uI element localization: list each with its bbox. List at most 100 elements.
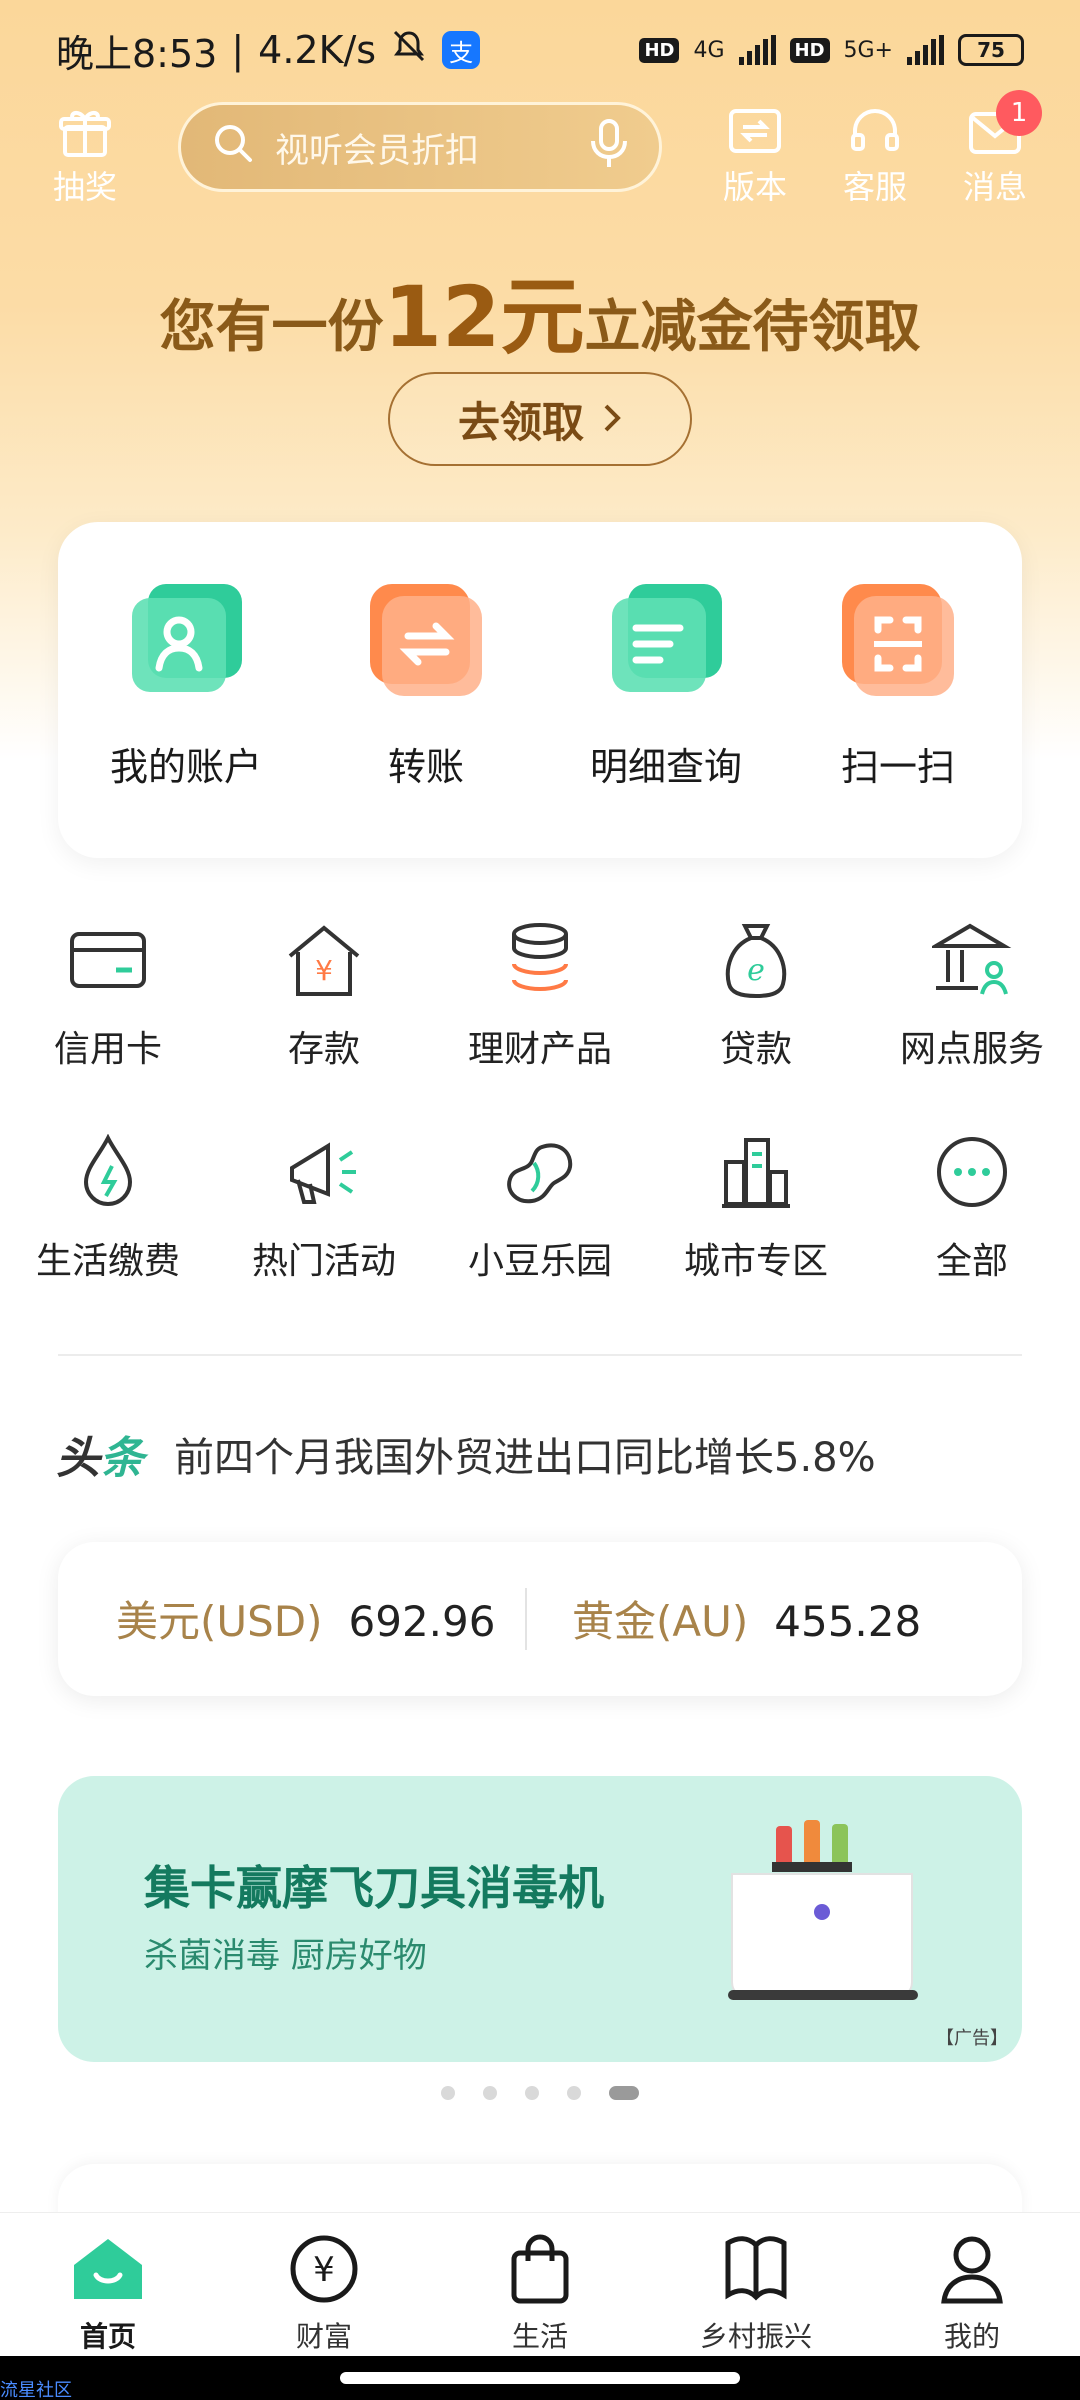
credit-card-icon [0, 920, 216, 1000]
nav-wealth[interactable]: ¥ 财富 [216, 2213, 432, 2356]
microphone-icon[interactable] [589, 117, 629, 178]
rate-name: 黄金(AU) [572, 1597, 749, 1646]
status-left: 晚上8:53 | 4.2K/s 支 [56, 23, 481, 78]
city-zone-icon [648, 1132, 864, 1212]
grid-item-label: 存款 [287, 1029, 360, 1070]
lottery-button[interactable]: 抽奖 [30, 104, 140, 208]
carousel-dot[interactable] [525, 2086, 539, 2100]
grid-item-credit-card[interactable]: 信用卡 [0, 920, 216, 1072]
transfer-icon [366, 580, 486, 700]
claim-label: 去领取 [457, 397, 584, 447]
promo-title-before: 您有一份 [159, 295, 384, 360]
quick-action-scan[interactable]: 扫一扫 [778, 580, 1018, 791]
rate-usd[interactable]: 美元(USD) 692.96 [116, 1588, 495, 1649]
rate-separator [525, 1588, 527, 1650]
lottery-label: 抽奖 [52, 168, 117, 206]
carousel-dot-active[interactable] [609, 2086, 639, 2100]
grid-item-label: 贷款 [719, 1029, 792, 1070]
nav-label: 我的 [943, 2320, 1000, 2353]
grid-item-deposit[interactable]: ¥ 存款 [216, 920, 432, 1072]
headline-tag-b: 条 [100, 1433, 144, 1484]
sterilizer-product-image [718, 1820, 928, 2024]
nav-profile[interactable]: 我的 [864, 2213, 1080, 2356]
rates-card[interactable]: 美元(USD) 692.96 黄金(AU) 455.28 [58, 1542, 1022, 1696]
version-button[interactable]: 版本 [700, 104, 810, 208]
network-type-2: 5G+ [843, 37, 893, 63]
top-bar: 抽奖 视听会员折扣 版本 客服 消息 1 [0, 90, 1080, 212]
hd-badge: HD [639, 37, 680, 63]
signal-icon [738, 35, 776, 65]
grid-item-bean-park[interactable]: 小豆乐园 [432, 1132, 648, 1284]
headline-news[interactable]: 头条 前四个月我国外贸进出口同比增长5.8% [56, 1422, 876, 1486]
nav-label: 首页 [79, 2320, 136, 2353]
headline-tag: 头条 [56, 1422, 144, 1486]
statement-icon [606, 580, 726, 700]
version-label: 版本 [722, 168, 787, 206]
search-input[interactable]: 视听会员折扣 [178, 102, 662, 192]
grid-item-all[interactable]: 全部 [864, 1132, 1080, 1284]
quick-action-label: 转账 [387, 745, 464, 789]
quick-action-statement[interactable]: 明细查询 [546, 580, 786, 791]
grid-item-city-zone[interactable]: 城市专区 [648, 1132, 864, 1284]
grid-item-wealth-products[interactable]: 理财产品 [432, 920, 648, 1072]
loan-icon: e [648, 920, 864, 1000]
rate-value: 455.28 [774, 1597, 922, 1646]
grid-item-label: 网点服务 [899, 1029, 1044, 1070]
grid-item-loan[interactable]: e 贷款 [648, 920, 864, 1072]
wealth-icon: ¥ [216, 2229, 432, 2309]
carousel-dot[interactable] [441, 2086, 455, 2100]
watermark: 流星社区 [0, 2380, 72, 2400]
grid-item-label: 城市专区 [683, 1241, 828, 1282]
grid-item-utility-payment[interactable]: 生活缴费 [0, 1132, 216, 1284]
nav-label: 乡村振兴 [699, 2320, 812, 2353]
bottom-nav: 首页 ¥ 财富 生活 乡村振兴 我的 [0, 2212, 1080, 2356]
quick-action-account[interactable]: 我的账户 [66, 580, 306, 791]
grid-item-label: 全部 [935, 1241, 1008, 1282]
quick-action-label: 扫一扫 [840, 745, 955, 789]
quick-action-transfer[interactable]: 转账 [306, 580, 546, 791]
nav-life[interactable]: 生活 [432, 2213, 648, 2356]
chevron-right-icon [602, 395, 622, 444]
branch-service-icon [864, 920, 1080, 1000]
clock: 晚上8:53 [56, 31, 218, 76]
account-icon [126, 580, 246, 700]
home-indicator[interactable] [340, 2372, 740, 2384]
headline-text: 前四个月我国外贸进出口同比增长5.8% [174, 1435, 876, 1481]
nav-home[interactable]: 首页 [0, 2213, 216, 2356]
headset-icon [820, 104, 930, 162]
grid-item-label: 信用卡 [53, 1029, 162, 1070]
customer-service-button[interactable]: 客服 [820, 104, 930, 208]
ad-banner[interactable]: 集卡赢摩飞刀具消毒机 杀菌消毒 厨房好物 【广告】 [58, 1776, 1022, 2062]
claim-button[interactable]: 去领取 [388, 372, 692, 466]
messages-button[interactable]: 消息 1 [940, 90, 1050, 208]
quick-actions-card: 我的账户 转账 明细查询 扫一扫 [58, 522, 1022, 858]
battery-icon: 75 [958, 34, 1024, 66]
version-switch-icon [700, 104, 810, 162]
scan-icon [838, 580, 958, 700]
grid-item-branch-service[interactable]: 网点服务 [864, 920, 1080, 1072]
nav-rural-revitalization[interactable]: 乡村振兴 [648, 2213, 864, 2356]
grid-item-label: 热门活动 [251, 1241, 396, 1282]
status-right: HD 4G HD 5G+ 75 [639, 34, 1024, 66]
search-icon [211, 121, 255, 174]
grid-item-label: 生活缴费 [35, 1241, 180, 1282]
rate-gold[interactable]: 黄金(AU) 455.28 [572, 1588, 921, 1649]
section-divider [58, 1354, 1022, 1356]
system-navigation-bar: 流星社区 [0, 2356, 1080, 2400]
life-bag-icon [432, 2229, 648, 2309]
service-label: 客服 [842, 168, 907, 206]
carousel-dot[interactable] [567, 2086, 581, 2100]
deposit-icon: ¥ [216, 920, 432, 1000]
bean-park-icon [432, 1132, 648, 1212]
hd-badge-2: HD [789, 37, 830, 63]
search-placeholder: 视听会员折扣 [275, 130, 479, 171]
grid-item-campaign[interactable]: 热门活动 [216, 1132, 432, 1284]
network-speed: 4.2K/s [258, 28, 377, 72]
nav-label: 财富 [295, 2320, 352, 2353]
quick-action-label: 明细查询 [589, 745, 742, 789]
rate-name: 美元(USD) [116, 1597, 323, 1646]
headline-tag-a: 头 [56, 1433, 100, 1484]
svg-text:¥: ¥ [313, 2250, 335, 2290]
gift-icon [30, 104, 140, 162]
carousel-dot[interactable] [483, 2086, 497, 2100]
